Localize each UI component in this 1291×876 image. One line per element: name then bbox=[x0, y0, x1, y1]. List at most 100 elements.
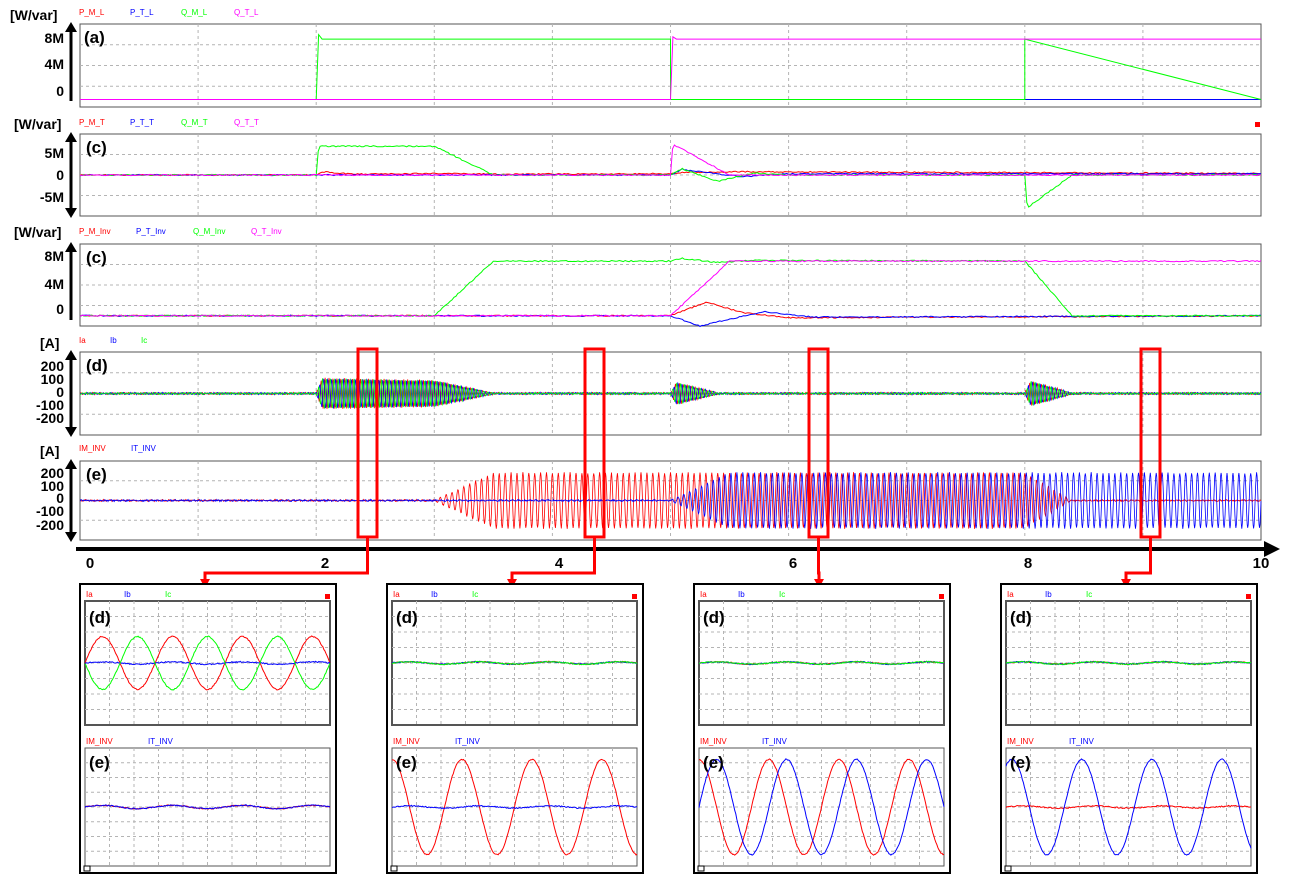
connector-line bbox=[1124, 537, 1152, 582]
legend-entry: Ic bbox=[141, 336, 147, 345]
y-unit-label: [A] bbox=[40, 443, 59, 459]
subplot-label: (e) bbox=[1010, 753, 1031, 772]
connector-line bbox=[203, 537, 369, 582]
legend-entry: Ic bbox=[165, 590, 171, 599]
arrow-down-icon bbox=[65, 532, 77, 542]
panel-label: (c) bbox=[86, 138, 107, 157]
zoom-panel-1 bbox=[386, 583, 644, 874]
y-unit-label: [A] bbox=[40, 335, 59, 351]
zoom-panel-0 bbox=[79, 583, 337, 874]
panel-label: (a) bbox=[84, 28, 105, 47]
panel-label: (d) bbox=[86, 356, 108, 375]
marker-icon bbox=[325, 594, 330, 599]
y-tick-label: 4M bbox=[45, 276, 64, 292]
legend-entry: Ib bbox=[431, 590, 438, 599]
subplot-label: (e) bbox=[89, 753, 110, 772]
legend-entry: P_T_T bbox=[130, 118, 154, 127]
subplot-label: (d) bbox=[396, 608, 418, 627]
legend-entry: IM_INV bbox=[393, 737, 420, 746]
legend-entry: Ia bbox=[700, 590, 707, 599]
panel-1 bbox=[65, 132, 1262, 218]
legend-entry: P_T_Inv bbox=[136, 227, 166, 236]
marker-icon bbox=[1246, 594, 1251, 599]
arrow-up-icon bbox=[65, 459, 77, 469]
legend-entry: IT_INV bbox=[131, 444, 157, 453]
legend-entry: Ic bbox=[472, 590, 478, 599]
x-tick-label: 10 bbox=[1253, 555, 1270, 572]
legend-entry: P_M_L bbox=[79, 8, 105, 17]
y-tick-label: 5M bbox=[45, 145, 64, 161]
figure: [W/var] 8M 4M 0 P_M_L P_T_L Q_M_L Q_T_L (a) [W/va… bbox=[10, 7, 1280, 874]
legend-entry: Q_M_T bbox=[181, 118, 208, 127]
arrow-up-icon bbox=[65, 350, 77, 360]
arrow-up-icon bbox=[65, 242, 77, 252]
y-tick-label: -5M bbox=[40, 189, 64, 205]
panel-0 bbox=[65, 22, 1262, 108]
legend-entry: IM_INV bbox=[86, 737, 113, 746]
legend-entry: Ia bbox=[393, 590, 400, 599]
legend-entry: IT_INV bbox=[148, 737, 174, 746]
legend-entry: Ic bbox=[1086, 590, 1092, 599]
legend-entry: Q_T_L bbox=[234, 8, 259, 17]
arrow-down-icon bbox=[65, 427, 77, 437]
legend-entry: Q_M_L bbox=[181, 8, 208, 17]
marker-icon bbox=[632, 594, 637, 599]
panel-3 bbox=[65, 350, 1262, 437]
arrow-down-icon bbox=[65, 208, 77, 218]
subplot-label: (d) bbox=[1010, 608, 1032, 627]
legend-entry: Ib bbox=[1045, 590, 1052, 599]
corner-marker-icon bbox=[83, 865, 91, 872]
marker-icon bbox=[939, 594, 944, 599]
y-tick-label: 8M bbox=[45, 30, 64, 46]
legend-entry: IM_INV bbox=[700, 737, 727, 746]
legend-entry: Ia bbox=[86, 590, 93, 599]
subplot-label: (d) bbox=[703, 608, 725, 627]
legend-entry: P_M_T bbox=[79, 118, 105, 127]
legend-entry: Ib bbox=[738, 590, 745, 599]
corner-marker-icon bbox=[390, 865, 398, 872]
legend-entry: Q_M_Inv bbox=[193, 227, 225, 236]
subplot-label: (d) bbox=[89, 608, 111, 627]
y-tick-label: 8M bbox=[45, 248, 64, 264]
legend-entry: P_T_L bbox=[130, 8, 154, 17]
legend-entry: IM_INV bbox=[79, 444, 106, 453]
legend-entry: Ic bbox=[779, 590, 785, 599]
legend-entry: IM_INV bbox=[1007, 737, 1034, 746]
panel-4 bbox=[65, 459, 1262, 542]
connector-line bbox=[510, 537, 596, 582]
zoom-panel-3 bbox=[1000, 583, 1258, 874]
y-unit-label: [W/var] bbox=[14, 224, 61, 240]
panel-2 bbox=[65, 242, 1262, 328]
connector-line bbox=[817, 537, 821, 582]
legend-entry: IT_INV bbox=[762, 737, 788, 746]
legend-entry: Ib bbox=[110, 336, 117, 345]
y-unit-label: [W/var] bbox=[14, 116, 61, 132]
zoom-panel-2 bbox=[693, 583, 951, 874]
legend-entry: Ia bbox=[1007, 590, 1014, 599]
arrow-up-icon bbox=[65, 22, 77, 32]
y-tick-label: 0 bbox=[56, 83, 64, 99]
y-tick-label: -200 bbox=[36, 410, 64, 426]
corner-marker-icon bbox=[697, 865, 705, 872]
y-tick-label: -200 bbox=[36, 517, 64, 533]
y-tick-label: 0 bbox=[56, 301, 64, 317]
x-tick-label: 4 bbox=[555, 555, 564, 572]
panel-label: (e) bbox=[86, 465, 107, 484]
subplot-label: (e) bbox=[396, 753, 417, 772]
y-tick-label: 4M bbox=[45, 56, 64, 72]
y-tick-label: 0 bbox=[56, 167, 64, 183]
x-tick-label: 0 bbox=[86, 555, 94, 572]
x-tick-label: 2 bbox=[321, 555, 329, 572]
legend-entry: Ia bbox=[79, 336, 86, 345]
legend-entry: Q_T_Inv bbox=[251, 227, 282, 236]
legend-entry: IT_INV bbox=[455, 737, 481, 746]
legend-entry: P_M_Inv bbox=[79, 227, 111, 236]
panel-label: (c) bbox=[86, 248, 107, 267]
legend-entry: Q_T_T bbox=[234, 118, 259, 127]
x-tick-label: 6 bbox=[789, 555, 797, 572]
x-tick-label: 8 bbox=[1024, 555, 1032, 572]
subplot-label: (e) bbox=[703, 753, 724, 772]
legend-entry: Ib bbox=[124, 590, 131, 599]
legend-entry: IT_INV bbox=[1069, 737, 1095, 746]
marker-icon bbox=[1255, 122, 1260, 127]
